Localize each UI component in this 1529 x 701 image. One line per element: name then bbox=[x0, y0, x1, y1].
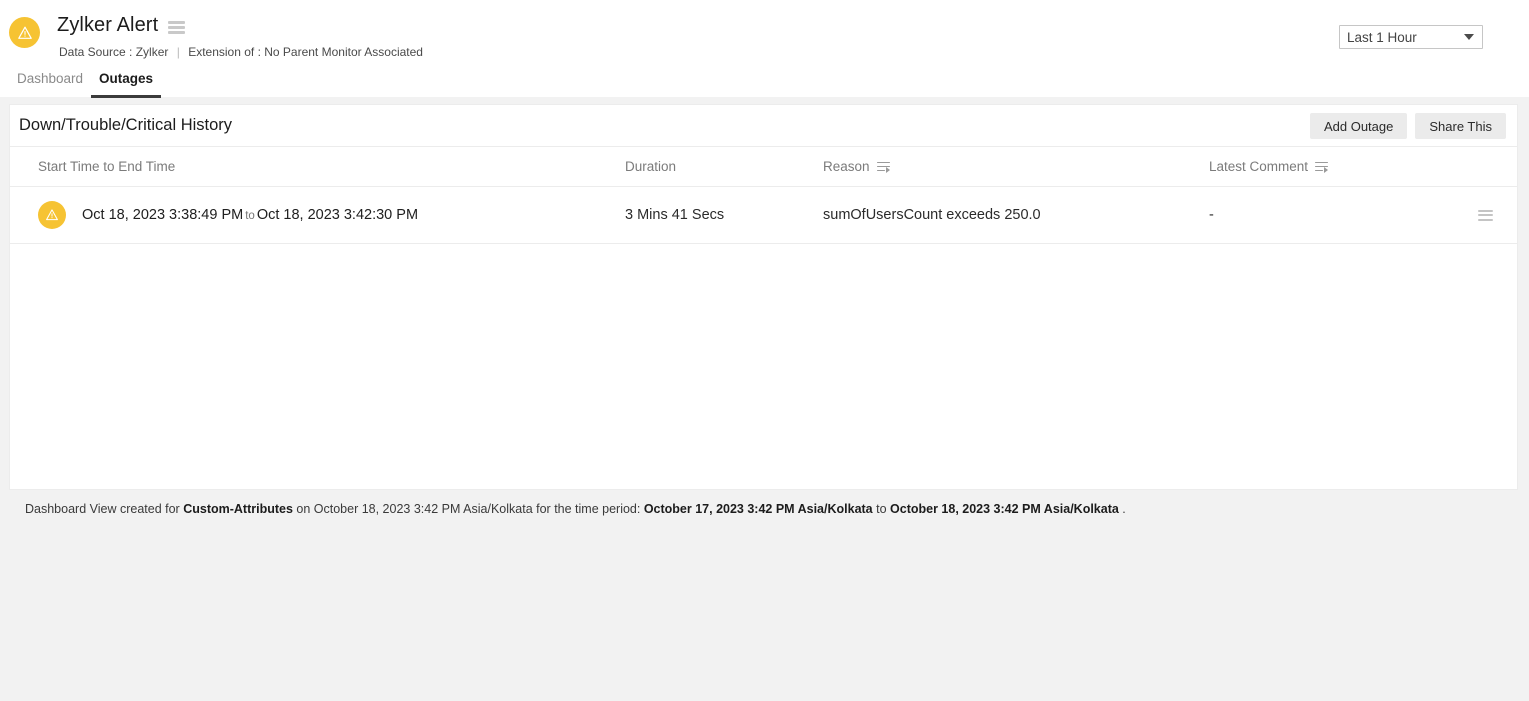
column-label: Reason bbox=[823, 159, 870, 174]
column-header-duration[interactable]: Duration bbox=[625, 147, 823, 187]
panel-actions: Add Outage Share This bbox=[1310, 113, 1506, 139]
cell-row-actions bbox=[1479, 187, 1517, 244]
cell-reason: sumOfUsersCount exceeds 250.0 bbox=[823, 187, 1209, 244]
cell-latest-comment: - bbox=[1209, 187, 1479, 244]
start-time: Oct 18, 2023 3:38:49 PM bbox=[82, 207, 243, 223]
table-head: Start Time to End Time Duration Reason bbox=[10, 147, 1517, 187]
hamburger-menu-icon[interactable] bbox=[168, 21, 185, 34]
table-row[interactable]: Oct 18, 2023 3:38:49 PMtoOct 18, 2023 3:… bbox=[10, 187, 1517, 244]
time-period-dropdown[interactable]: Last 1 Hour bbox=[1339, 25, 1483, 49]
add-outage-button[interactable]: Add Outage bbox=[1310, 113, 1407, 139]
table-header-row: Start Time to End Time Duration Reason bbox=[10, 147, 1517, 187]
footer-prefix: Dashboard View created for bbox=[25, 502, 183, 516]
outage-history-panel: Down/Trouble/Critical History Add Outage… bbox=[9, 104, 1518, 490]
outages-table: Start Time to End Time Duration Reason bbox=[10, 147, 1517, 244]
column-header-start-end-time[interactable]: Start Time to End Time bbox=[10, 147, 625, 187]
footer-period-start: October 17, 2023 3:42 PM Asia/Kolkata bbox=[644, 502, 873, 516]
time-period-value: Last 1 Hour bbox=[1340, 30, 1464, 45]
tab-outages[interactable]: Outages bbox=[91, 70, 161, 98]
column-header-reason[interactable]: Reason bbox=[823, 147, 1209, 187]
page-footer: Dashboard View created for Custom-Attrib… bbox=[0, 491, 1529, 701]
dashboard-view-info: Dashboard View created for Custom-Attrib… bbox=[25, 501, 1126, 518]
footer-suffix: . bbox=[1119, 502, 1126, 516]
app-root: Zylker Alert Data Source : Zylker | Exte… bbox=[0, 0, 1529, 701]
share-this-button[interactable]: Share This bbox=[1415, 113, 1506, 139]
column-label: Duration bbox=[625, 159, 676, 174]
panel-title: Down/Trouble/Critical History bbox=[19, 116, 232, 135]
footer-period-join: to bbox=[873, 502, 890, 516]
header-subtitle: Data Source : Zylker | Extension of : No… bbox=[59, 44, 423, 60]
warning-triangle-icon bbox=[38, 201, 66, 229]
panel-header: Down/Trouble/Critical History Add Outage… bbox=[10, 105, 1517, 147]
chevron-down-icon bbox=[1464, 34, 1474, 40]
row-menu-icon[interactable] bbox=[1478, 210, 1493, 221]
footer-mid: on October 18, 2023 3:42 PM Asia/Kolkata… bbox=[293, 502, 644, 516]
tab-dashboard[interactable]: Dashboard bbox=[9, 70, 91, 98]
latest-comment-value: - bbox=[1209, 207, 1214, 223]
page-header: Zylker Alert Data Source : Zylker | Exte… bbox=[0, 0, 1529, 97]
footer-period-end: October 18, 2023 3:42 PM Asia/Kolkata bbox=[890, 502, 1119, 516]
footer-created-for: Custom-Attributes bbox=[183, 502, 293, 516]
cell-start-end-time: Oct 18, 2023 3:38:49 PMtoOct 18, 2023 3:… bbox=[10, 187, 625, 244]
warning-triangle-icon bbox=[9, 17, 40, 48]
data-source-label: Data Source : Zylker bbox=[59, 45, 168, 59]
extension-label: Extension of : No Parent Monitor Associa… bbox=[188, 45, 423, 59]
table-body: Oct 18, 2023 3:38:49 PMtoOct 18, 2023 3:… bbox=[10, 187, 1517, 244]
subtitle-separator: | bbox=[172, 45, 185, 59]
time-range-joiner: to bbox=[243, 210, 257, 222]
column-label: Start Time to End Time bbox=[38, 159, 175, 174]
sort-filter-icon[interactable] bbox=[877, 161, 890, 173]
end-time: Oct 18, 2023 3:42:30 PM bbox=[257, 207, 418, 223]
column-header-latest-comment[interactable]: Latest Comment bbox=[1209, 147, 1479, 187]
sort-filter-icon[interactable] bbox=[1315, 161, 1328, 173]
page-title: Zylker Alert bbox=[57, 12, 158, 39]
cell-duration: 3 Mins 41 Secs bbox=[625, 187, 823, 244]
tab-bar: Dashboard Outages bbox=[9, 70, 161, 98]
column-header-actions bbox=[1479, 147, 1517, 187]
title-row: Zylker Alert bbox=[57, 12, 185, 39]
column-label: Latest Comment bbox=[1209, 159, 1308, 174]
